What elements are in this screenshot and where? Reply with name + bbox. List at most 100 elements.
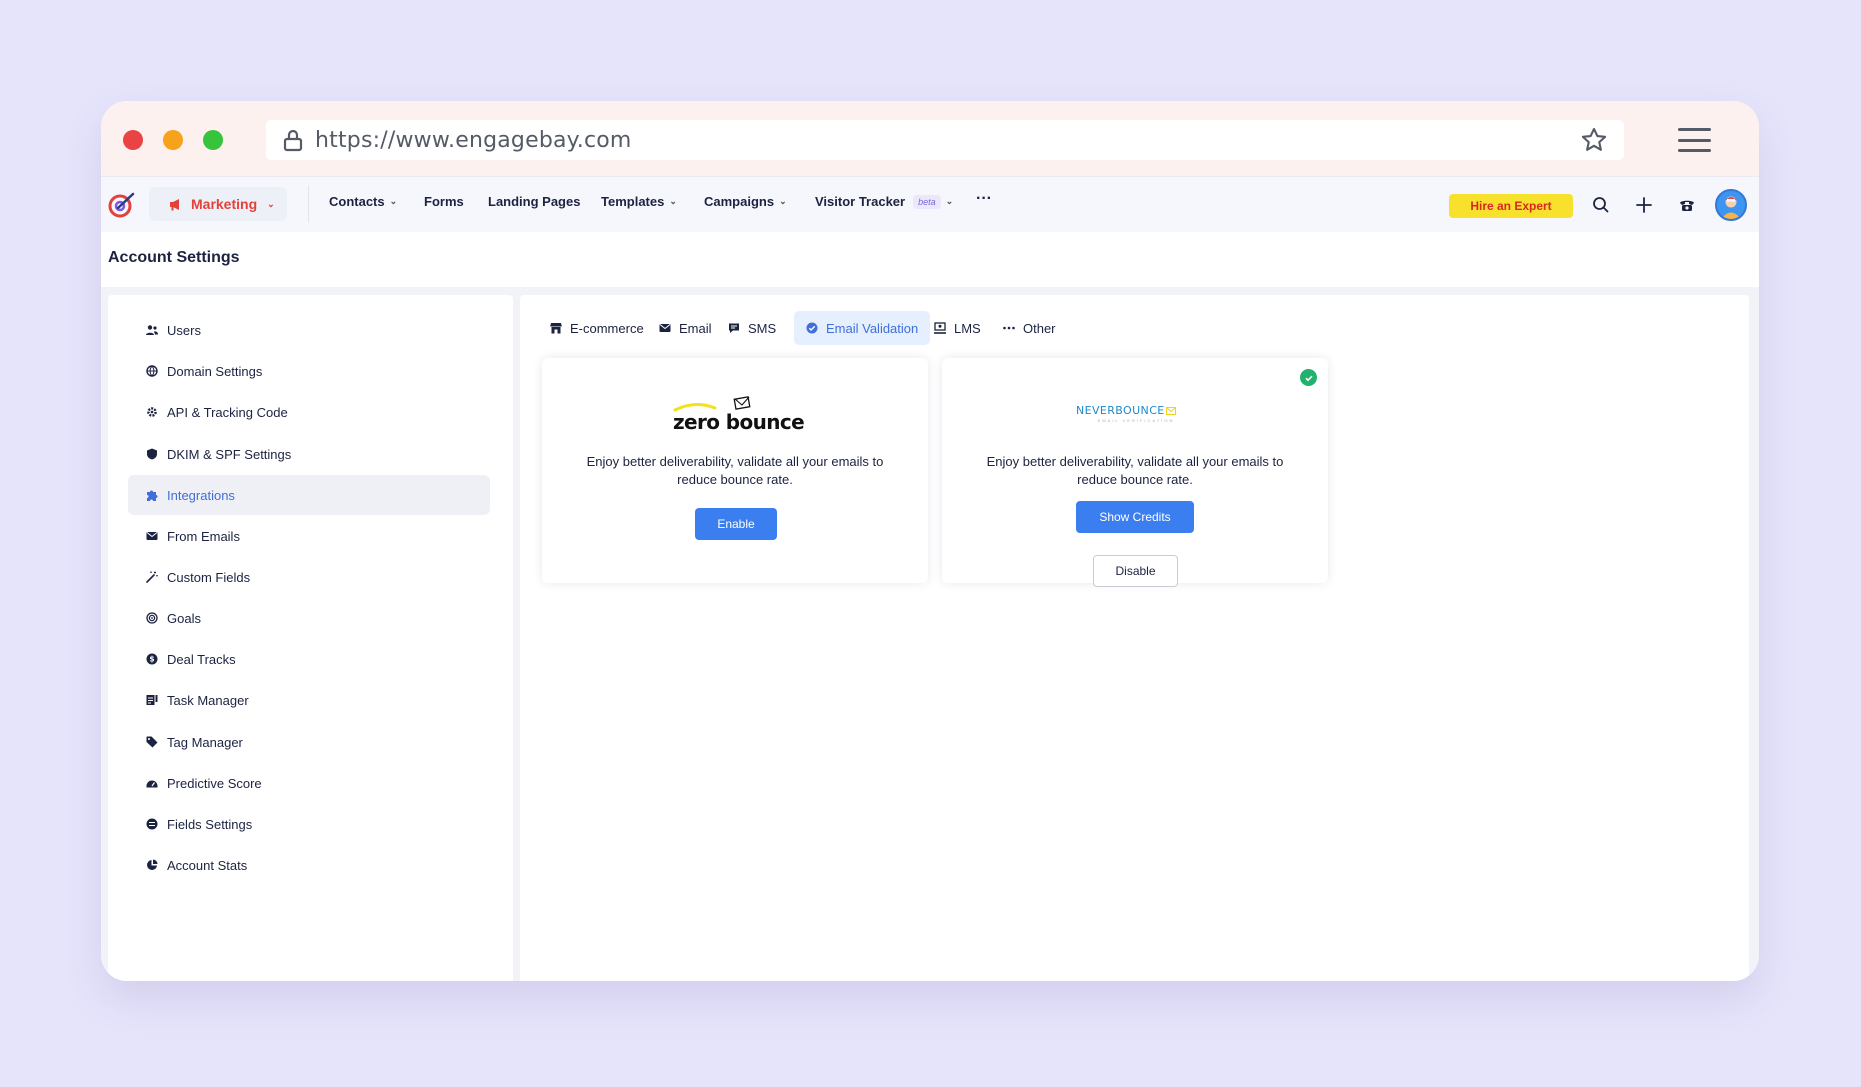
neverbounce-logo: NEVERBOUNCE EMAIL VERIFICATION [1076,404,1196,426]
address-bar[interactable]: https://www.engagebay.com [266,120,1624,160]
card-description: Enjoy better deliverability, validate al… [986,454,1284,487]
nav-forms[interactable]: Forms [424,194,464,209]
hamburger-menu-icon[interactable] [1678,128,1711,152]
sidebar-item-users[interactable]: Users [128,310,490,350]
page-header: Account Settings [101,232,1759,287]
target-icon [146,612,158,624]
sidebar-item-account-stats[interactable]: Account Stats [128,845,490,885]
sidebar-item-label: Predictive Score [167,775,262,791]
message-icon [729,323,739,333]
tab-email-validation[interactable]: Email Validation [794,311,931,345]
nav-visitor-tracker-label: Visitor Tracker [815,194,906,209]
tag-icon [146,736,158,748]
nav-landing-pages[interactable]: Landing Pages [488,194,580,209]
chevron-down-icon: ⌄ [779,196,787,206]
tab-lms[interactable]: LMS [922,311,993,345]
globe-icon [146,365,158,377]
nav-visitor-tracker[interactable]: Visitor Tracker beta ⌄ [815,194,953,209]
tasks-icon [146,695,158,705]
avatar-image [1721,196,1741,219]
sidebar-item-label: Domain Settings [167,363,263,379]
tab-sms[interactable]: SMS [716,311,788,345]
envelope-icon [146,532,158,540]
plus-icon[interactable] [1633,194,1655,216]
nav-campaigns-label: Campaigns [704,194,775,209]
tab-label: Other [1023,320,1056,336]
puzzle-icon [147,490,158,501]
sidebar-item-label: API & Tracking Code [167,404,288,420]
phone-icon[interactable] [1676,194,1698,216]
minimize-window-button[interactable] [163,130,183,150]
sidebar-item-fields-settings[interactable]: Fields Settings [128,804,490,844]
page-title: Account Settings [108,249,240,266]
app-navbar: Marketing ⌄ Contacts ⌄ Forms Landing Page… [101,176,1759,232]
chevron-down-icon: ⌄ [669,196,677,206]
sidebar-item-tag-manager[interactable]: Tag Manager [128,722,490,762]
sidebar-item-task-manager[interactable]: Task Manager [128,680,490,720]
sidebar-item-label: Users [167,322,201,338]
sidebar-item-api-tracking[interactable]: API & Tracking Code [128,392,490,432]
integrations-panel: E-commerce Email SMS Email Validation LM… [520,295,1749,981]
dollar-icon: $ [146,653,158,665]
module-switcher[interactable]: Marketing ⌄ [149,187,287,221]
tab-email[interactable]: Email [647,311,724,345]
neverbounce-logo-subtext: EMAIL VERIFICATION [1097,418,1175,423]
search-icon[interactable] [1590,194,1612,216]
tab-label: Email [679,320,712,336]
engagebay-logo[interactable] [108,191,136,219]
url-text[interactable]: https://www.engagebay.com [315,128,632,153]
user-avatar[interactable] [1715,189,1747,221]
show-credits-button[interactable]: Show Credits [1076,501,1194,533]
beta-badge: beta [913,194,941,209]
nav-contacts[interactable]: Contacts ⌄ [329,194,397,209]
nav-contacts-label: Contacts [329,194,385,209]
store-icon [550,323,562,334]
sidebar-item-goals[interactable]: Goals [128,598,490,638]
neverbounce-envelope-icon [1165,406,1176,415]
tab-label: SMS [748,320,777,336]
more-menu-icon[interactable]: ··· [976,190,992,208]
maximize-window-button[interactable] [203,130,223,150]
sidebar-item-label: Task Manager [167,692,249,708]
disable-button[interactable]: Disable [1093,555,1178,587]
tab-label: Email Validation [826,320,919,336]
integration-card-zerobounce: zero bounce Enjoy better deliverability,… [542,358,928,583]
shield-icon [147,448,157,460]
gear-icon [147,407,157,417]
chevron-down-icon: ⌄ [945,196,954,206]
connected-check-icon [1300,369,1317,386]
lock-icon [283,129,303,152]
sidebar-item-label: Integrations [167,487,235,503]
sidebar-item-from-emails[interactable]: From Emails [128,516,490,556]
nav-campaigns[interactable]: Campaigns ⌄ [704,194,787,209]
chevron-down-icon: ⌄ [389,196,398,206]
sidebar-item-domain-settings[interactable]: Domain Settings [128,351,490,391]
card-description: Enjoy better deliverability, validate al… [586,454,884,487]
ellipsis-icon [1003,326,1015,330]
hire-expert-button[interactable]: Hire an Expert [1449,194,1573,218]
sidebar-item-label: Custom Fields [167,569,251,585]
sidebar-item-label: Tag Manager [167,734,243,750]
lms-icon [934,322,946,334]
nav-landing-pages-label: Landing Pages [488,194,581,209]
enable-button[interactable]: Enable [695,508,777,540]
tab-label: E-commerce [570,320,644,336]
sidebar-item-custom-fields[interactable]: Custom Fields [128,557,490,597]
sidebar-item-dkim-spf[interactable]: DKIM & SPF Settings [128,434,490,474]
sidebar-item-integrations[interactable]: Integrations [128,475,490,515]
browser-chrome: https://www.engagebay.com [101,101,1759,176]
sidebar-item-label: Deal Tracks [167,651,236,667]
tab-label: LMS [954,320,981,336]
tab-other[interactable]: Other [991,311,1068,345]
module-label: Marketing [191,196,258,212]
close-window-button[interactable] [123,130,143,150]
sidebar-item-predictive-score[interactable]: Predictive Score [128,763,490,803]
tab-ecommerce[interactable]: E-commerce [538,311,656,345]
fields-icon [146,818,158,830]
nav-forms-label: Forms [424,194,464,209]
browser-window: https://www.engagebay.com Marketing ⌄ Co… [101,101,1759,981]
nav-templates[interactable]: Templates ⌄ [601,194,677,209]
star-icon[interactable] [1580,126,1608,154]
sidebar-item-deal-tracks[interactable]: $ Deal Tracks [128,639,490,679]
sidebar-item-label: From Emails [167,528,240,544]
